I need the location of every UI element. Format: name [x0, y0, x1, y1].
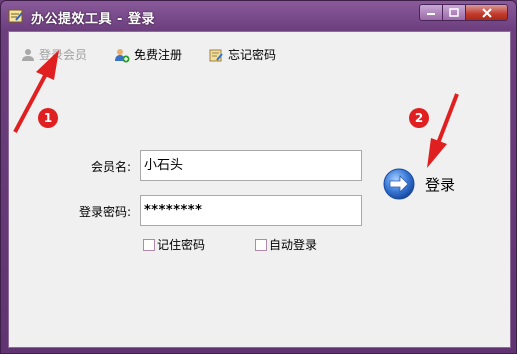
- remember-password-label: 记住密码: [157, 238, 206, 252]
- minimize-icon: [427, 12, 435, 15]
- login-button[interactable]: 登录: [383, 168, 455, 200]
- remember-checkbox-box[interactable]: [143, 238, 155, 251]
- close-icon: [481, 7, 492, 18]
- caption-buttons: [419, 4, 508, 21]
- auto-login-checkbox[interactable]: 自动登录: [255, 236, 317, 253]
- minimize-button[interactable]: [419, 4, 443, 21]
- close-button[interactable]: [465, 4, 508, 21]
- app-icon: [8, 8, 24, 24]
- auto-login-label: 自动登录: [269, 238, 318, 252]
- client-area: 登录会员 免费注册 忘记密码 1 2 会员名: 小石头 登录密码: ******…: [8, 31, 511, 348]
- annotation-badge-1: 1: [38, 108, 58, 128]
- key-note-icon: [209, 49, 223, 61]
- maximize-button[interactable]: [442, 4, 466, 21]
- free-register-link[interactable]: 免费注册: [114, 46, 182, 63]
- title-bar[interactable]: 办公提效工具 - 登录: [1, 1, 516, 31]
- login-button-label: 登录: [425, 175, 456, 194]
- forgot-password-link[interactable]: 忘记密码: [208, 46, 276, 63]
- username-input[interactable]: 小石头: [140, 150, 362, 181]
- password-input[interactable]: ********: [140, 195, 362, 226]
- login-window: 办公提效工具 - 登录 登录会员 免费注册 忘记密码 1 2 会员名: 小石头 …: [0, 0, 517, 354]
- free-register-label: 免费注册: [134, 48, 183, 62]
- maximize-icon: [449, 8, 459, 17]
- forgot-password-label: 忘记密码: [228, 48, 277, 62]
- annotation-arrow-2: [427, 93, 459, 168]
- password-label: 登录密码:: [78, 205, 131, 219]
- window-title: 办公提效工具 - 登录: [31, 12, 155, 27]
- auto-login-checkbox-box[interactable]: [255, 238, 267, 251]
- remember-password-checkbox[interactable]: 记住密码: [143, 236, 205, 253]
- username-label: 会员名:: [90, 160, 131, 174]
- arrow-right-icon: [383, 168, 415, 200]
- add-user-icon: [115, 48, 130, 62]
